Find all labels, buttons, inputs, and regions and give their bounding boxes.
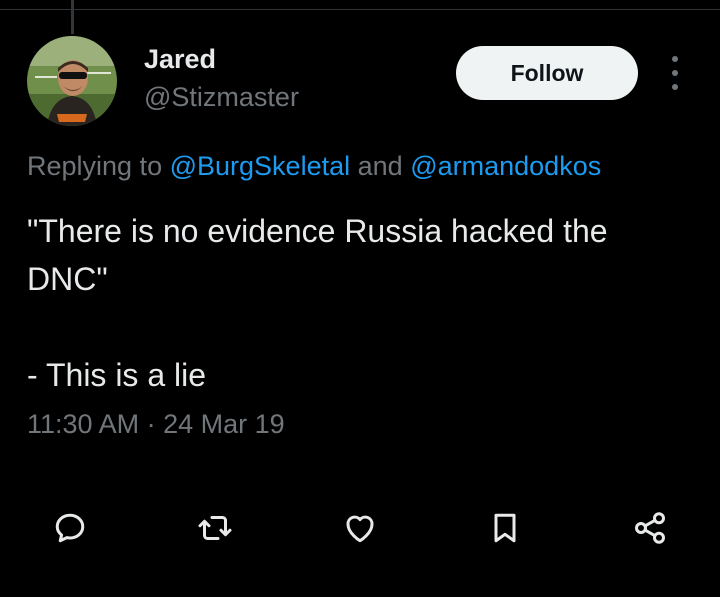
reply-context-prefix: Replying to (27, 151, 163, 181)
reply-button[interactable] (40, 498, 100, 558)
tweet-timestamp[interactable]: 11:30 AM · 24 Mar 19 (27, 409, 285, 440)
like-button[interactable] (330, 498, 390, 558)
tweet-text: "There is no evidence Russia hacked the … (27, 207, 697, 399)
more-dot (672, 84, 678, 90)
retweet-icon (198, 516, 232, 540)
more-dot (672, 70, 678, 76)
share-button[interactable] (620, 498, 680, 558)
tweet-text-line: - This is a lie (27, 357, 207, 393)
more-dot (672, 56, 678, 62)
mention-link[interactable]: @armandodkos (410, 151, 601, 181)
thread-connector-line (71, 0, 74, 34)
mention-link[interactable]: @BurgSkeletal (170, 151, 351, 181)
reply-context-joiner: and (357, 151, 403, 181)
bookmark-icon (494, 513, 516, 543)
tweet-text-line: DNC" (27, 261, 108, 297)
author-display-name[interactable]: Jared (144, 44, 216, 75)
author-handle[interactable]: @Stizmaster (144, 82, 299, 113)
avatar[interactable] (27, 36, 117, 126)
action-bar (0, 498, 720, 558)
follow-button[interactable]: Follow (456, 46, 638, 100)
share-icon (635, 512, 665, 544)
retweet-button[interactable] (185, 498, 245, 558)
reply-context: Replying to @BurgSkeletal and @armandodk… (27, 151, 601, 182)
tweet-text-line (27, 303, 697, 351)
reply-icon (55, 513, 85, 543)
more-options-icon[interactable] (664, 56, 686, 90)
tweet-text-line: "There is no evidence Russia hacked the (27, 213, 608, 249)
top-divider (0, 9, 720, 10)
heart-icon (346, 515, 374, 543)
bookmark-button[interactable] (475, 498, 535, 558)
